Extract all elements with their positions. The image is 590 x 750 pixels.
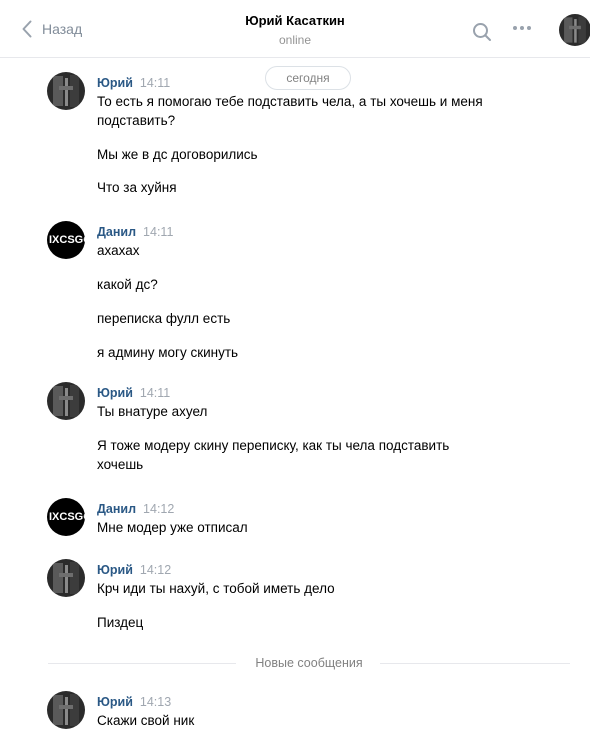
chat-header: Назад Юрий Касаткин online xyxy=(0,0,590,58)
avatar[interactable] xyxy=(47,382,85,420)
message-author[interactable]: Юрий xyxy=(97,563,133,577)
message-time: 14:11 xyxy=(139,386,171,400)
avatar[interactable]: IXCSGO xyxy=(47,498,85,536)
more-dot xyxy=(520,26,524,30)
more-dot xyxy=(527,26,531,30)
user-avatar-photo xyxy=(559,14,590,46)
message-time: 14:12 xyxy=(139,563,172,577)
message-text: Скажи свой ник xyxy=(97,713,195,728)
user-avatar-photo xyxy=(47,382,85,420)
search-icon xyxy=(473,23,491,41)
message-text: Крч иди ты нахуй, с тобой иметь дело xyxy=(97,581,335,596)
message-author[interactable]: Юрий xyxy=(97,386,133,400)
message-time: 14:11 xyxy=(139,76,171,90)
message-time: 14:12 xyxy=(143,502,175,516)
user-avatar-photo xyxy=(47,559,85,597)
message-text: какой дс? xyxy=(97,277,158,292)
message-text: переписка фулл есть xyxy=(97,311,231,326)
online-status: online xyxy=(278,33,312,47)
date-divider: сегодня xyxy=(265,66,351,90)
message-text: Пиздец xyxy=(97,615,144,630)
message-text: я админу могу скинуть xyxy=(97,345,239,360)
more-dot xyxy=(513,26,517,30)
search-button[interactable] xyxy=(472,22,492,47)
message-text: Мне модер уже отписал xyxy=(97,520,248,535)
message-author[interactable]: Данил xyxy=(97,225,136,239)
message-author[interactable]: Юрий xyxy=(97,76,133,90)
avatar[interactable] xyxy=(47,72,85,110)
message-time: 14:13 xyxy=(139,695,172,709)
message-author[interactable]: Данил xyxy=(97,502,136,516)
message-text: Ты внатуре ахуел xyxy=(97,404,208,419)
avatar-text: IXCSGO xyxy=(49,511,85,523)
chat-title[interactable]: Юрий Касаткин xyxy=(0,12,590,29)
message-text: ахахах xyxy=(97,243,140,258)
avatar[interactable] xyxy=(47,559,85,597)
message-text: Мы же в дс договорились xyxy=(97,147,258,162)
message-author[interactable]: Юрий xyxy=(97,695,133,709)
message-text: Что за хуйня xyxy=(97,180,177,195)
message-time: 14:11 xyxy=(143,225,174,239)
avatar[interactable]: IXCSGO xyxy=(47,221,85,259)
new-messages-label: Новые сообщения xyxy=(255,656,363,670)
avatar-text: IXCSGO xyxy=(49,234,85,246)
message-text: То есть я помогаю тебе подставить чела, … xyxy=(97,94,483,128)
user-avatar-photo xyxy=(47,72,85,110)
message-text: Я тоже модеру скину переписку, как ты че… xyxy=(97,438,450,472)
avatar[interactable] xyxy=(47,691,85,729)
user-avatar-photo xyxy=(47,691,85,729)
more-button[interactable] xyxy=(513,26,531,30)
header-avatar[interactable] xyxy=(559,14,590,46)
new-messages-divider: Новые сообщения xyxy=(48,656,570,670)
